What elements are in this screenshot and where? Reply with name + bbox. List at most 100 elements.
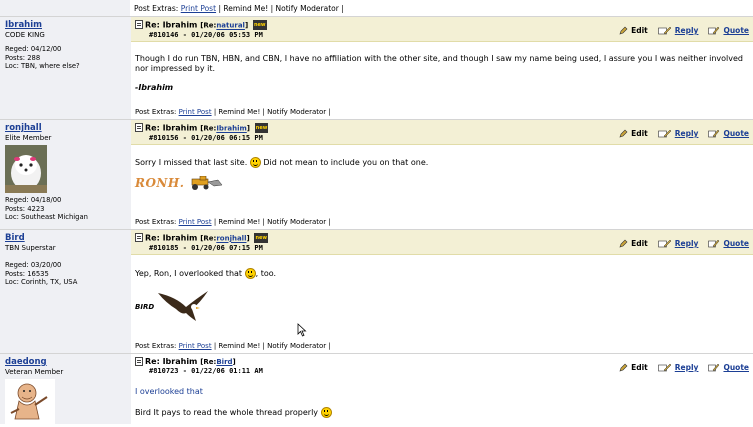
edit-button[interactable]: Edit: [619, 26, 648, 35]
re-label: [Re:: [200, 21, 217, 30]
user-title: Veteran Member: [5, 368, 64, 376]
remind-me-link[interactable]: | Remind Me! |: [214, 108, 265, 116]
reply-button[interactable]: Reply: [657, 26, 699, 35]
edit-label: Edit: [631, 129, 648, 138]
post-extras-label: Post Extras:: [135, 218, 177, 226]
user-info-panel: ronjhall Elite Member Reged: 04/18/00 Po: [0, 120, 131, 229]
post-extras-label: Post Extras:: [135, 342, 177, 350]
post-body-text: Though I do run TBN, HBN, and CBN, I hav…: [135, 53, 743, 73]
new-flag-icon: new: [254, 233, 269, 243]
re-label: [Re:: [200, 358, 217, 366]
quote-icon: [708, 129, 720, 138]
tractor-icon: [192, 175, 223, 190]
notify-moderator-link[interactable]: Notify Moderator |: [276, 4, 344, 13]
avatar-cartoon-image: [5, 379, 55, 425]
re-close: ]: [246, 234, 250, 243]
quote-label: Quote: [723, 239, 749, 248]
document-icon: [135, 20, 143, 29]
username-link[interactable]: daedong: [5, 357, 131, 367]
re-link[interactable]: Ibrahim: [216, 125, 246, 133]
reply-button[interactable]: Reply: [657, 239, 698, 248]
quote-button[interactable]: Quote: [708, 363, 749, 372]
post-body: I overlooked that Bird It pays to read t…: [131, 377, 753, 424]
new-flag-icon: new: [254, 123, 269, 133]
post-body-text: Yep, Ron, I overlooked that , too.: [135, 267, 749, 279]
quote-button[interactable]: Quote: [708, 129, 749, 138]
reply-icon: [657, 26, 672, 35]
forum-thread-page: Post Extras: Print Post | Remind Me! | N…: [0, 0, 753, 427]
user-info-panel: daedong Veteran Member: [0, 354, 131, 427]
user-reged: Reged: 04/18/00: [5, 196, 62, 204]
quote-icon: [708, 26, 720, 35]
reply-button[interactable]: Reply: [657, 363, 699, 372]
post-header: Re: Ibrahim [Re:ronjhall] new #810185 - …: [131, 230, 753, 255]
notify-moderator-link[interactable]: Notify Moderator |: [267, 108, 331, 116]
quote-button[interactable]: Quote: [708, 26, 749, 35]
user-location: Loc: Southeast Michigan: [5, 213, 88, 221]
print-post-link[interactable]: Print Post: [179, 342, 212, 350]
post-810185: Bird TBN Superstar Reged: 03/20/00 Posts…: [0, 230, 753, 354]
edit-button[interactable]: Edit: [619, 239, 648, 248]
post-body: Yep, Ron, I overlooked that , too. BIRD: [131, 255, 753, 342]
remind-me-link[interactable]: | Remind Me! |: [218, 4, 273, 13]
body-text-part: Did not mean to include you on that one.: [263, 157, 429, 167]
edit-icon: [619, 363, 628, 372]
reply-button[interactable]: Reply: [657, 129, 699, 138]
post-actions: Edit Reply Quote: [619, 129, 749, 138]
post-810723: daedong Veteran Member Re: Ibrahim [Re:B…: [0, 354, 753, 427]
remind-me-link[interactable]: | Remind Me! |: [214, 342, 265, 350]
user-location: Loc: TBN, where else?: [5, 62, 80, 70]
signature: -Ibrahim: [135, 82, 174, 92]
body-text-part: , too.: [255, 268, 277, 278]
post-number-date: #810146 - 01/20/06 05:53 PM: [149, 30, 263, 39]
reply-label: Reply: [674, 129, 699, 138]
new-flag-icon: new: [252, 20, 267, 30]
user-stats: Reged: 04/18/00 Posts: 4223 Loc: Southea…: [5, 196, 131, 222]
post-content: Re: Ibrahim [Re:Bird] #810723 - 01/22/06…: [131, 354, 753, 424]
post-body: Sorry I missed that last site. Did not m…: [131, 145, 753, 218]
reply-icon: [657, 239, 672, 248]
edit-button[interactable]: Edit: [619, 363, 648, 372]
post-actions: Edit Reply Quote: [619, 363, 749, 372]
edit-label: Edit: [631, 26, 648, 35]
document-icon: [135, 233, 143, 242]
print-post-link[interactable]: Print Post: [179, 218, 212, 226]
re-label: [Re:: [200, 124, 217, 133]
re-link[interactable]: natural: [216, 22, 245, 30]
edit-icon: [619, 26, 628, 35]
body-text-part: Bird It pays to read the whole thread pr…: [135, 408, 319, 417]
post-subject: Re: Ibrahim [Re:Ibrahim] new: [135, 123, 269, 134]
re-link[interactable]: Bird: [216, 358, 232, 366]
post-subject: Re: Ibrahim [Re:natural] new: [135, 20, 267, 31]
username-link[interactable]: Bird: [5, 233, 131, 243]
notify-moderator-link[interactable]: Notify Moderator |: [267, 342, 331, 350]
eagle-icon: [158, 290, 209, 325]
quote-label: Quote: [723, 363, 749, 372]
user-reged: Reged: 03/20/00: [5, 261, 62, 269]
edit-button[interactable]: Edit: [619, 129, 648, 138]
quote-button[interactable]: Quote: [708, 239, 749, 248]
subject-text: Re: Ibrahim: [145, 357, 198, 366]
remind-me-link[interactable]: | Remind Me! |: [214, 218, 265, 226]
user-post-count: Posts: 288: [5, 53, 41, 62]
smiley-icon: [244, 267, 256, 279]
username-link[interactable]: ronjhall: [5, 123, 131, 133]
avatar: [5, 379, 131, 427]
edit-label: Edit: [631, 363, 648, 372]
avatar: [5, 145, 131, 195]
username-link[interactable]: Ibrahim: [5, 20, 131, 30]
top-post-extras-row: Post Extras: Print Post | Remind Me! | N…: [0, 0, 753, 17]
post-810156: ronjhall Elite Member Reged: 04/18/00 Po: [0, 120, 753, 230]
quote-icon: [708, 239, 720, 248]
reply-icon: [657, 363, 672, 372]
user-post-count: Posts: 16535: [5, 269, 49, 278]
re-link[interactable]: ronjhall: [216, 235, 246, 243]
print-post-link[interactable]: Print Post: [179, 108, 212, 116]
reply-label: Reply: [674, 363, 699, 372]
notify-moderator-link[interactable]: Notify Moderator |: [267, 218, 331, 226]
reply-label: Reply: [674, 26, 699, 35]
quote-label: Quote: [723, 26, 749, 35]
print-post-link[interactable]: Print Post: [181, 4, 216, 13]
post-extras: Post Extras: Print Post | Remind Me! | N…: [131, 107, 753, 119]
re-close: ]: [244, 21, 249, 30]
